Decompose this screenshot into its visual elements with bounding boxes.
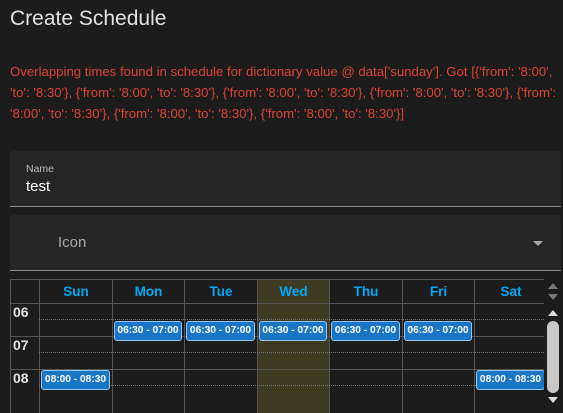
hour-label-06: 06 — [13, 304, 29, 320]
day-header-fri: Fri — [402, 279, 474, 303]
grid-column-line — [402, 279, 403, 413]
name-field[interactable]: Name test — [10, 151, 561, 207]
schedule-grid[interactable]: Sun Mon Tue Wed Thu Fri Sat 06 07 08 06:30 - 07:00… — [10, 279, 562, 413]
scrollbar[interactable] — [544, 279, 562, 413]
icon-placeholder: Icon — [58, 234, 87, 251]
grid-column-line — [184, 279, 185, 413]
chevron-down-icon[interactable] — [533, 241, 543, 246]
grid-half-hour-line — [39, 385, 544, 386]
day-header-sun: Sun — [39, 279, 112, 303]
grid-column-line — [39, 279, 40, 413]
grid-column-line — [112, 279, 113, 413]
grid-column-line — [329, 279, 330, 413]
day-header-sat: Sat — [474, 279, 547, 303]
grid-header-line — [10, 303, 544, 304]
scrollbar-thumb[interactable] — [547, 321, 559, 393]
schedule-event[interactable]: 06:30 - 07:00 — [114, 321, 182, 341]
day-header-tue: Tue — [184, 279, 257, 303]
name-label: Name — [26, 163, 55, 175]
day-header-mon: Mon — [112, 279, 184, 303]
grid-column-line — [257, 279, 258, 413]
header-scroll-down-icon[interactable] — [548, 294, 558, 300]
grid-corner — [10, 279, 39, 303]
day-header-thu: Thu — [329, 279, 402, 303]
grid-column-line — [474, 279, 475, 413]
day-header-wed: Wed — [257, 279, 329, 303]
schedule-event[interactable]: 06:30 - 07:00 — [404, 321, 472, 341]
dialog-title: Create Schedule — [10, 7, 167, 30]
schedule-event[interactable]: 06:30 - 07:00 — [186, 321, 255, 341]
name-input[interactable]: test — [26, 178, 50, 195]
schedule-event[interactable]: 08:00 - 08:30 — [476, 370, 545, 390]
schedule-event[interactable]: 06:30 - 07:00 — [331, 321, 400, 341]
icon-picker[interactable]: Icon — [10, 215, 561, 271]
hour-label-07: 07 — [13, 337, 29, 353]
hour-label-08: 08 — [13, 370, 29, 386]
scroll-down-icon[interactable] — [548, 397, 558, 403]
error-message: Overlapping times found in schedule for … — [10, 64, 557, 121]
schedule-event[interactable]: 08:00 - 08:30 — [41, 370, 110, 390]
header-scroll-up-icon[interactable] — [548, 283, 558, 289]
scroll-up-icon[interactable] — [548, 310, 558, 316]
grid-half-hour-line — [39, 319, 544, 320]
schedule-event[interactable]: 06:30 - 07:00 — [259, 321, 327, 341]
grid-half-hour-line — [39, 352, 544, 353]
